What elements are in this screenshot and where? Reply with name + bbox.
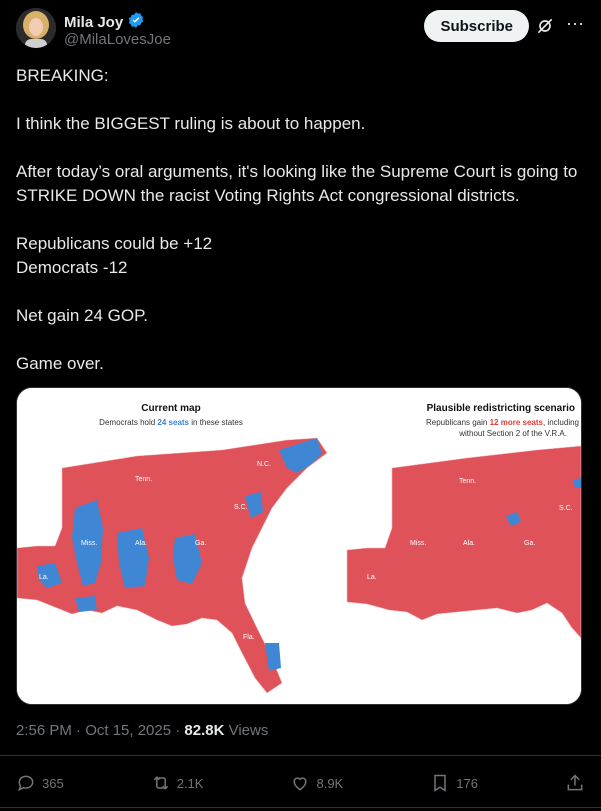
bookmark-count: 176 (456, 775, 478, 791)
state-label: S.C. (559, 505, 573, 512)
state-label: Tenn. (459, 478, 476, 485)
views-label: Views (224, 722, 269, 739)
post-line: I think the BIGGEST ruling is about to h… (16, 114, 366, 133)
divider (0, 807, 601, 808)
grok-icon[interactable] (535, 16, 555, 36)
bookmark-icon (434, 774, 446, 792)
post-line: ​ (16, 136, 586, 160)
post-meta: 2:56 PM · Oct 15, 2025 · 82.8K Views (16, 722, 268, 739)
post-line: BREAKING: (16, 66, 109, 85)
post-line: Net gain 24 GOP. (16, 306, 148, 325)
post-line: ​ (16, 208, 586, 232)
state-label: La. (39, 574, 49, 581)
state-label: Miss. (81, 540, 97, 547)
post-line: Game over. (16, 354, 104, 373)
post-line: Democrats -12 (16, 258, 128, 277)
views-count: 82.8K (184, 722, 225, 739)
right-map-subtitle-line2: without Section 2 of the V.R.A. (458, 429, 567, 438)
more-icon[interactable]: ··· (565, 14, 585, 36)
subscribe-button[interactable]: Subscribe (424, 10, 529, 42)
repost-icon (153, 776, 168, 790)
action-bar: 365 2.1K 8.9K 176 (16, 768, 585, 798)
state-label: S.C. (234, 504, 248, 511)
reply-button[interactable]: 365 (16, 773, 64, 793)
post-line: After today’s oral arguments, it's looki… (16, 162, 583, 205)
state-label: Ala. (135, 540, 147, 547)
state-label: La. (367, 574, 377, 581)
author-handle[interactable]: @MilaLovesJoe (64, 31, 171, 48)
post-image[interactable]: Current map Democrats hold 24 seats in t… (16, 387, 582, 705)
author-name[interactable]: Mila Joy (64, 11, 145, 33)
right-map-title: Plausible redistricting scenario (427, 403, 575, 414)
post-line: ​ (16, 328, 586, 352)
like-icon (293, 777, 308, 791)
like-button[interactable]: 8.9K (290, 773, 343, 793)
state-label: N.C. (257, 461, 271, 468)
state-label: Ga. (195, 540, 206, 547)
state-label: Tenn. (135, 476, 152, 483)
state-label: Ala. (463, 540, 475, 547)
post-line: ​ (16, 280, 586, 304)
post-line: Republicans could be +12 (16, 234, 213, 253)
left-map-subtitle: Democrats hold 24 seats in these states (99, 418, 243, 427)
post-line: ​ (16, 88, 586, 112)
like-count: 8.9K (316, 775, 344, 791)
share-button[interactable] (565, 773, 585, 793)
state-label: Miss. (410, 540, 426, 547)
author-name-text[interactable]: Mila Joy (64, 14, 123, 31)
post-timestamp[interactable]: 2:56 PM · Oct 15, 2025 · (16, 722, 184, 739)
bookmark-button[interactable]: 176 (430, 773, 478, 793)
post-header: Mila Joy @MilaLovesJoe Subscribe ··· (16, 8, 589, 52)
repost-count: 2.1K (176, 775, 204, 791)
post-text: BREAKING: ​ I think the BIGGEST ruling i… (16, 64, 586, 376)
reply-icon (18, 775, 34, 792)
share-icon (567, 774, 583, 791)
right-map-subtitle: Republicans gain 12 more seats, includin… (426, 418, 579, 427)
avatar[interactable] (16, 8, 56, 48)
verified-badge-icon (127, 11, 145, 33)
reply-count: 365 (42, 775, 64, 791)
left-map-title: Current map (141, 403, 200, 414)
state-label: Ga. (524, 540, 535, 547)
state-label: Fla. (569, 634, 581, 641)
state-label: Fla. (243, 634, 255, 641)
repost-button[interactable]: 2.1K (151, 773, 204, 793)
divider (0, 755, 601, 756)
